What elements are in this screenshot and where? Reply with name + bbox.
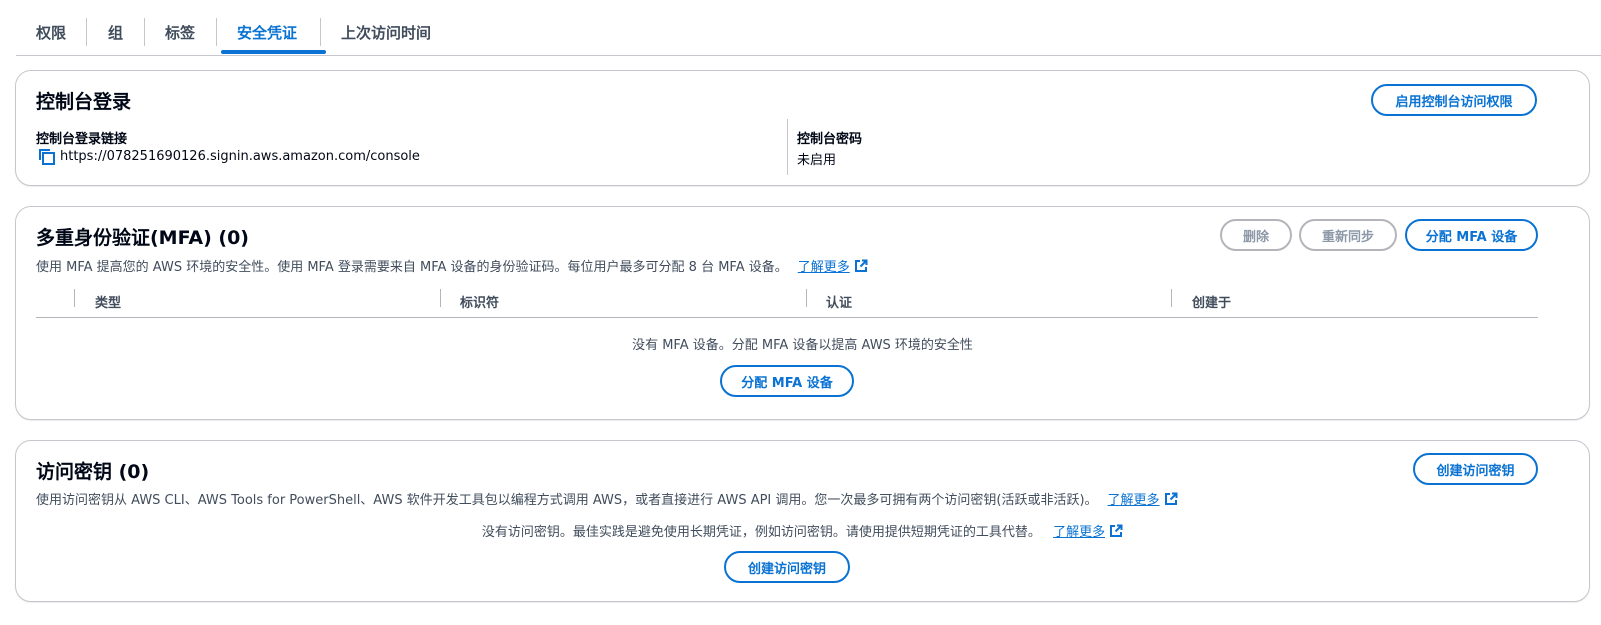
column-header-certification[interactable]: 认证 <box>826 292 852 311</box>
console-password-value: 未启用 <box>797 153 837 168</box>
external-link-icon <box>854 259 868 272</box>
tab-permissions[interactable]: 权限 <box>16 14 86 50</box>
column-divider <box>787 119 788 175</box>
learn-more-label: 了解更多 <box>797 260 850 275</box>
tab-last-accessed[interactable]: 上次访问时间 <box>321 14 451 50</box>
active-tab-indicator <box>221 50 326 54</box>
column-header-identifier[interactable]: 标识符 <box>460 292 499 311</box>
column-divider <box>1171 289 1172 307</box>
external-link-icon <box>1164 492 1178 505</box>
delete-mfa-button[interactable]: 删除 <box>1220 219 1292 251</box>
console-password-label: 控制台密码 <box>797 132 863 147</box>
access-keys-empty-state: 没有访问密钥。最佳实践是避免使用长期凭证，例如访问密钥。请使用提供短期凭证的工具… <box>16 521 1589 540</box>
access-keys-learn-more-link[interactable]: 了解更多 <box>1108 489 1178 508</box>
console-link-label: 控制台登录链接 <box>36 132 128 147</box>
column-header-created[interactable]: 创建于 <box>1192 292 1231 311</box>
tab-groups[interactable]: 组 <box>88 14 143 50</box>
learn-more-label: 了解更多 <box>1107 493 1160 508</box>
access-keys-card: 访问密钥 (0) 创建访问密钥 使用访问密钥从 AWS CLI、AWS Tool… <box>15 440 1590 602</box>
external-link-icon <box>1110 524 1123 537</box>
console-signin-card: 控制台登录 启用控制台访问权限 控制台登录链接 https://07825169… <box>15 70 1590 186</box>
create-access-key-button[interactable]: 创建访问密钥 <box>1413 453 1538 485</box>
mfa-card: 多重身份验证(MFA) (0) 删除 重新同步 分配 MFA 设备 使用 MFA… <box>15 206 1590 420</box>
create-access-key-empty-button[interactable]: 创建访问密钥 <box>724 551 850 583</box>
tab-security-credentials[interactable]: 安全凭证 <box>217 14 317 50</box>
access-keys-empty-learn-more-link[interactable]: 了解更多 <box>1053 521 1123 540</box>
column-divider <box>440 289 441 307</box>
enable-console-access-button[interactable]: 启用控制台访问权限 <box>1371 84 1537 116</box>
resync-mfa-button[interactable]: 重新同步 <box>1299 219 1397 251</box>
copy-icon[interactable] <box>38 148 56 166</box>
access-keys-description-text: 使用访问密钥从 AWS CLI、AWS Tools for PowerShell… <box>36 493 1098 508</box>
table-header-divider <box>36 317 1538 318</box>
column-divider <box>74 289 75 307</box>
column-divider <box>806 289 807 307</box>
access-keys-empty-text: 没有访问密钥。最佳实践是避免使用长期凭证，例如访问密钥。请使用提供短期凭证的工具… <box>481 525 1041 540</box>
tab-divider <box>86 18 87 46</box>
tab-tags[interactable]: 标签 <box>145 14 215 50</box>
access-keys-description: 使用访问密钥从 AWS CLI、AWS Tools for PowerShell… <box>36 489 1178 508</box>
mfa-title: 多重身份验证(MFA) (0) <box>36 227 249 249</box>
column-header-type[interactable]: 类型 <box>95 292 121 311</box>
console-signin-title: 控制台登录 <box>36 91 132 113</box>
tab-bar: 权限 组 标签 安全凭证 上次访问时间 <box>16 0 1601 56</box>
assign-mfa-empty-button[interactable]: 分配 MFA 设备 <box>720 365 854 397</box>
mfa-description: 使用 MFA 提高您的 AWS 环境的安全性。使用 MFA 登录需要来自 MFA… <box>36 256 868 275</box>
mfa-empty-state: 没有 MFA 设备。分配 MFA 设备以提高 AWS 环境的安全性 <box>632 338 973 353</box>
access-keys-title: 访问密钥 (0) <box>36 461 150 483</box>
learn-more-label: 了解更多 <box>1053 525 1106 540</box>
mfa-learn-more-link[interactable]: 了解更多 <box>798 256 868 275</box>
assign-mfa-button[interactable]: 分配 MFA 设备 <box>1405 219 1538 251</box>
console-link-value: https://078251690126.signin.aws.amazon.c… <box>60 149 420 164</box>
mfa-description-text: 使用 MFA 提高您的 AWS 环境的安全性。使用 MFA 登录需要来自 MFA… <box>36 260 788 275</box>
